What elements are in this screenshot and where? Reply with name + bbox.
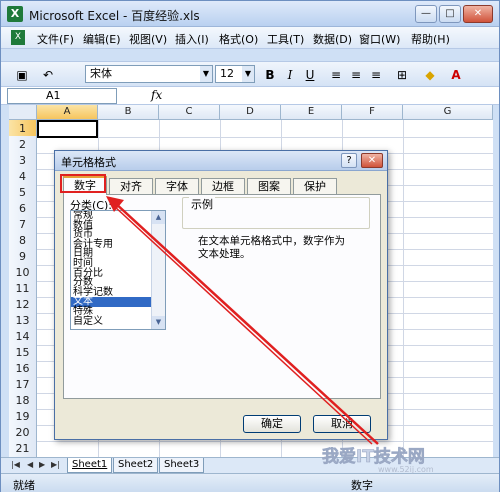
gridline — [403, 120, 404, 457]
first-sheet-icon[interactable]: |◀ — [11, 460, 20, 469]
sheet-tab-sheet2[interactable]: Sheet2 — [113, 458, 159, 473]
sheet-tab-sheet3[interactable]: Sheet3 — [159, 458, 205, 473]
dialog-title-bar: 单元格格式 ? ✕ — [55, 151, 387, 171]
tab-font[interactable]: 字体 — [155, 178, 199, 194]
fill-color-icon[interactable]: ◆ — [421, 66, 439, 84]
tab-alignment[interactable]: 对齐 — [109, 178, 153, 194]
align-left-icon[interactable]: ≡ — [327, 66, 345, 84]
site-watermark: 我爱IT技术网 www.52ij.com — [322, 446, 434, 474]
format-cells-dialog: 单元格格式 ? ✕ 数字 对齐 字体 边框 图案 保护 分类(C): 常规 数值… — [54, 150, 388, 440]
menu-view[interactable]: 视图(V) — [129, 31, 167, 47]
workbook-icon[interactable]: X — [11, 30, 25, 45]
next-sheet-icon[interactable]: ▶ — [39, 460, 45, 469]
bold-button[interactable]: B — [261, 66, 279, 84]
sample-group: 示例 — [182, 196, 370, 229]
status-bar: 就绪 数字 — [1, 473, 499, 492]
tab-patterns[interactable]: 图案 — [247, 178, 291, 194]
category-scrollbar[interactable]: ▲ ▼ — [151, 211, 165, 329]
align-right-icon[interactable]: ≡ — [367, 66, 385, 84]
dialog-title: 单元格格式 — [61, 156, 116, 169]
italic-button[interactable]: I — [281, 66, 299, 84]
tab-protection[interactable]: 保护 — [293, 178, 337, 194]
prev-sheet-icon[interactable]: ◀ — [27, 460, 33, 469]
chevron-down-icon[interactable]: ▼ — [200, 66, 212, 82]
column-header-c[interactable]: C — [159, 105, 220, 120]
annotation-highlight-box — [60, 174, 106, 193]
save-icon[interactable]: ▣ — [13, 66, 31, 84]
fx-icon[interactable]: fx — [151, 88, 162, 102]
font-size-select[interactable]: 12 ▼ — [215, 65, 255, 83]
gridline — [37, 137, 493, 138]
column-header-d[interactable]: D — [220, 105, 281, 120]
select-all-corner[interactable] — [9, 105, 37, 120]
menu-edit[interactable]: 编辑(E) — [83, 31, 121, 47]
column-header-g[interactable]: G — [403, 105, 493, 120]
row-header[interactable]: 21 — [9, 440, 37, 457]
font-size-value: 12 — [220, 67, 234, 80]
active-cell-a1[interactable] — [37, 120, 98, 138]
minimize-button[interactable]: — — [415, 5, 437, 23]
excel-app-icon: X — [7, 6, 23, 22]
scroll-up-icon[interactable]: ▲ — [152, 211, 165, 224]
column-header-e[interactable]: E — [281, 105, 342, 120]
watermark-url: www.52ij.com — [378, 465, 434, 474]
ok-button[interactable]: 确定 — [243, 415, 301, 433]
column-header-f[interactable]: F — [342, 105, 403, 120]
align-center-icon[interactable]: ≡ — [347, 66, 365, 84]
category-list[interactable]: 常规 数值 货币 会计专用 日期 时间 百分比 分数 科学记数 文本 特殊 自定… — [70, 210, 166, 330]
menu-insert[interactable]: 插入(I) — [175, 31, 209, 47]
formatting-toolbar: ▣ ↶ 宋体 ▼ 12 ▼ B I U ≡ ≡ ≡ ⊞ ◆ A — [1, 61, 499, 87]
font-name-select[interactable]: 宋体 ▼ — [85, 65, 213, 83]
category-description: 在文本单元格格式中，数字作为文本处理。 — [198, 235, 345, 260]
menu-window[interactable]: 窗口(W) — [359, 31, 400, 47]
title-bar: X Microsoft Excel - 百度经验.xls — □ ✕ — [1, 1, 499, 27]
name-box[interactable]: A1 — [7, 88, 117, 104]
status-ready: 就绪 — [13, 479, 35, 492]
maximize-button[interactable]: □ — [439, 5, 461, 23]
undo-icon[interactable]: ↶ — [39, 66, 57, 84]
help-button[interactable]: ? — [341, 153, 357, 168]
menu-tools[interactable]: 工具(T) — [267, 31, 304, 47]
menu-format[interactable]: 格式(O) — [219, 31, 258, 47]
column-header-b[interactable]: B — [98, 105, 159, 120]
underline-button[interactable]: U — [301, 66, 319, 84]
tab-border[interactable]: 边框 — [201, 178, 245, 194]
status-num-mode: 数字 — [351, 479, 373, 492]
font-color-button[interactable]: A — [447, 66, 465, 84]
scroll-down-icon[interactable]: ▼ — [152, 316, 165, 329]
watermark-text: 我爱IT技术网 — [322, 446, 425, 467]
menu-file[interactable]: 文件(F) — [37, 31, 74, 47]
dialog-close-button[interactable]: ✕ — [361, 153, 383, 168]
menu-help[interactable]: 帮助(H) — [411, 31, 450, 47]
number-tab-panel: 分类(C): 常规 数值 货币 会计专用 日期 时间 百分比 分数 科学记数 文… — [63, 194, 381, 399]
borders-icon[interactable]: ⊞ — [393, 66, 411, 84]
sample-preview — [189, 210, 361, 224]
chevron-down-icon[interactable]: ▼ — [242, 66, 254, 82]
formula-bar: A1 fx — [1, 87, 499, 105]
gridline — [37, 441, 493, 442]
close-button[interactable]: ✕ — [463, 5, 493, 23]
sheet-tab-sheet1[interactable]: Sheet1 — [67, 458, 113, 473]
name-box-value: A1 — [46, 89, 61, 102]
last-sheet-icon[interactable]: ▶| — [51, 460, 60, 469]
font-name-value: 宋体 — [90, 67, 112, 80]
menu-data[interactable]: 数据(D) — [313, 31, 352, 47]
window-title: Microsoft Excel - 百度经验.xls — [29, 9, 200, 23]
cancel-button[interactable]: 取消 — [313, 415, 371, 433]
column-header-a[interactable]: A — [37, 105, 98, 120]
menu-bar: X 文件(F) 编辑(E) 视图(V) 插入(I) 格式(O) 工具(T) 数据… — [1, 27, 499, 49]
